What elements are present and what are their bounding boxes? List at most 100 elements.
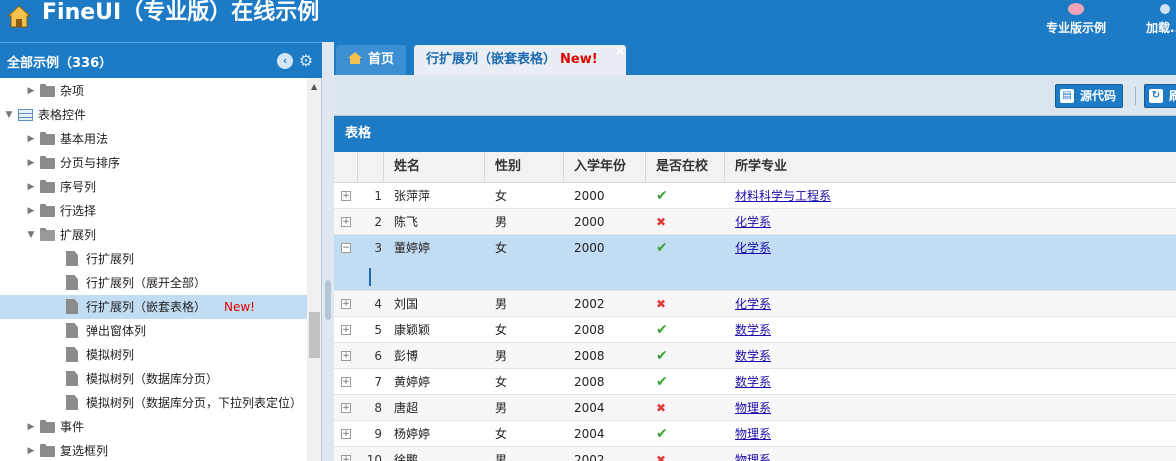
sidebar-item[interactable]: 行扩展列 (0, 247, 307, 271)
sidebar-item[interactable]: ▶ 行选择 (0, 199, 307, 223)
sidebar-item-label: 表格控件 (38, 108, 87, 122)
major-link[interactable]: 数学系 (735, 317, 771, 343)
scroll-up-icon[interactable]: ▲ (311, 82, 317, 91)
table-row[interactable]: +6 彭博 男 2008 ✔ 数学系 (334, 343, 1176, 369)
source-code-icon: ▤ (1060, 89, 1074, 103)
major-link[interactable]: 化学系 (735, 209, 771, 235)
table-row[interactable]: +8 唐超 男 2004 ✖ 物理系 (334, 395, 1176, 421)
gear-icon[interactable]: ⚙ (298, 53, 314, 69)
major-link[interactable]: 物理系 (735, 395, 771, 421)
table-row[interactable]: +10 徐鹏 男 2002 ✖ 物理系 (334, 447, 1176, 461)
expand-right-icon[interactable]: ▶ (26, 79, 36, 103)
table-row[interactable]: +7 黄婷婷 女 2008 ✔ 数学系 (334, 369, 1176, 395)
sidebar-item[interactable]: 模拟树列（数据库分页） (0, 367, 307, 391)
expand-right-icon[interactable]: ▶ (26, 199, 36, 223)
folder-icon (40, 228, 55, 241)
major-link[interactable]: 材料科学与工程系 (735, 183, 831, 209)
pro-examples-button[interactable]: 专业版示例 (1046, 2, 1106, 40)
sidebar-item[interactable]: ▼ 表格控件 (0, 103, 307, 127)
check-icon: ✔ (656, 374, 668, 390)
sidebar-item[interactable]: 弹出窗体列 (0, 319, 307, 343)
cell-gender: 男 (495, 453, 508, 461)
column-header-major[interactable]: 所学专业 (725, 152, 1176, 183)
sidebar-item[interactable]: 行扩展列（嵌套表格） New! (0, 295, 307, 319)
table-row[interactable]: − 3 董婷婷 女 2000 ✔ 化学系 (334, 235, 1176, 261)
expand-row-icon[interactable]: + (341, 217, 351, 227)
expand-row-icon[interactable]: + (341, 351, 351, 361)
app-title: FineUI（专业版）在线示例 (42, 0, 320, 25)
check-icon: ✔ (656, 240, 668, 256)
row-number: 9 (374, 427, 382, 441)
refresh-button[interactable]: ↻ 刷 (1144, 84, 1176, 108)
expand-down-icon[interactable]: ▼ (26, 223, 36, 247)
column-header-in-school[interactable]: 是否在校 (646, 152, 725, 183)
expand-row-icon[interactable]: + (341, 455, 351, 461)
major-link[interactable]: 化学系 (735, 291, 771, 317)
column-header-year[interactable]: 入学年份 (564, 152, 646, 183)
sidebar-item-label: 模拟树列（数据库分页，下拉列表定位） (86, 396, 303, 410)
source-code-button[interactable]: ▤ 源代码 (1055, 84, 1124, 108)
sidebar-item[interactable]: ▶ 分页与排序 (0, 151, 307, 175)
cell-gender: 女 (495, 427, 508, 441)
grid-header: 姓名 性别 入学年份 是否在校 所学专业 (334, 152, 1176, 183)
table-row[interactable]: +9 杨婷婷 女 2004 ✔ 物理系 (334, 421, 1176, 447)
expand-right-icon[interactable]: ▶ (26, 415, 36, 439)
tab-nested-grid[interactable]: 行扩展列（嵌套表格） New! (414, 45, 626, 75)
expand-row-icon[interactable]: + (341, 325, 351, 335)
expand-row-icon[interactable]: + (341, 191, 351, 201)
scroll-thumb[interactable] (309, 312, 320, 358)
major-link[interactable]: 物理系 (735, 421, 771, 447)
refresh-icon: ↻ (1149, 89, 1163, 103)
sidebar-item-label: 杂项 (60, 84, 85, 98)
load-button[interactable]: 加载... (1146, 2, 1176, 40)
collapse-row-icon[interactable]: − (341, 243, 351, 253)
cell-name: 张萍萍 (394, 189, 431, 203)
sidebar-item[interactable]: ▶ 基本用法 (0, 127, 307, 151)
table-row[interactable]: +4 刘国 男 2002 ✖ 化学系 (334, 291, 1176, 317)
panel-splitter[interactable] (322, 42, 334, 461)
sidebar-item[interactable]: 行扩展列（展开全部） (0, 271, 307, 295)
expand-right-icon[interactable]: ▶ (26, 439, 36, 461)
splitter-grip[interactable] (325, 280, 331, 320)
expand-row-icon[interactable]: + (341, 377, 351, 387)
expand-row-icon[interactable]: + (341, 429, 351, 439)
major-link[interactable]: 数学系 (735, 343, 771, 369)
column-header-name[interactable]: 姓名 (384, 152, 485, 183)
expand-right-icon[interactable]: ▶ (26, 127, 36, 151)
sidebar-item[interactable]: ▼ 扩展列 (0, 223, 307, 247)
major-link[interactable]: 化学系 (735, 235, 771, 261)
row-number: 10 (366, 453, 382, 461)
major-link[interactable]: 物理系 (735, 447, 771, 461)
major-link[interactable]: 数学系 (735, 369, 771, 395)
column-header-gender[interactable]: 性别 (485, 152, 564, 183)
sidebar-item[interactable]: ▶ 复选框列 (0, 439, 307, 461)
expand-right-icon[interactable]: ▶ (26, 151, 36, 175)
collapse-left-icon[interactable]: ‹ (277, 53, 293, 69)
tab-home[interactable]: 首页 (336, 45, 406, 75)
sidebar-item[interactable]: ▶ 杂项 (0, 79, 307, 103)
cell-name: 唐超 (394, 401, 419, 415)
cell-year: 2002 (574, 297, 605, 311)
sidebar-item[interactable]: 模拟树列 (0, 343, 307, 367)
pro-examples-icon (1068, 3, 1084, 15)
table-row[interactable]: +1 张萍萍 女 2000 ✔ 材料科学与工程系 (334, 183, 1176, 209)
sidebar-item-label: 行选择 (60, 204, 97, 218)
expand-row-icon[interactable]: + (341, 299, 351, 309)
sidebar-scrollbar[interactable]: ▲ (307, 78, 321, 461)
close-tab-icon[interactable]: × (615, 44, 1172, 58)
sidebar-item[interactable]: ▶ 事件 (0, 415, 307, 439)
table-row[interactable]: +5 康颖颖 女 2008 ✔ 数学系 (334, 317, 1176, 343)
sidebar-item[interactable]: ▶ 序号列 (0, 175, 307, 199)
folder-icon (40, 84, 55, 97)
expander-column-header (334, 152, 358, 183)
sidebar-item[interactable]: 模拟树列（数据库分页，下拉列表定位） (0, 391, 307, 415)
expand-down-icon[interactable]: ▼ (4, 103, 14, 127)
sidebar-title: 全部示例（336） (7, 56, 113, 71)
cross-icon: ✖ (656, 401, 667, 415)
table-row[interactable]: +2 陈飞 男 2000 ✖ 化学系 (334, 209, 1176, 235)
expand-row-icon[interactable]: + (341, 403, 351, 413)
pro-examples-label: 专业版示例 (1046, 21, 1107, 35)
load-label: 加载... (1146, 21, 1176, 35)
expand-right-icon[interactable]: ▶ (26, 175, 36, 199)
folder-icon (40, 420, 55, 433)
